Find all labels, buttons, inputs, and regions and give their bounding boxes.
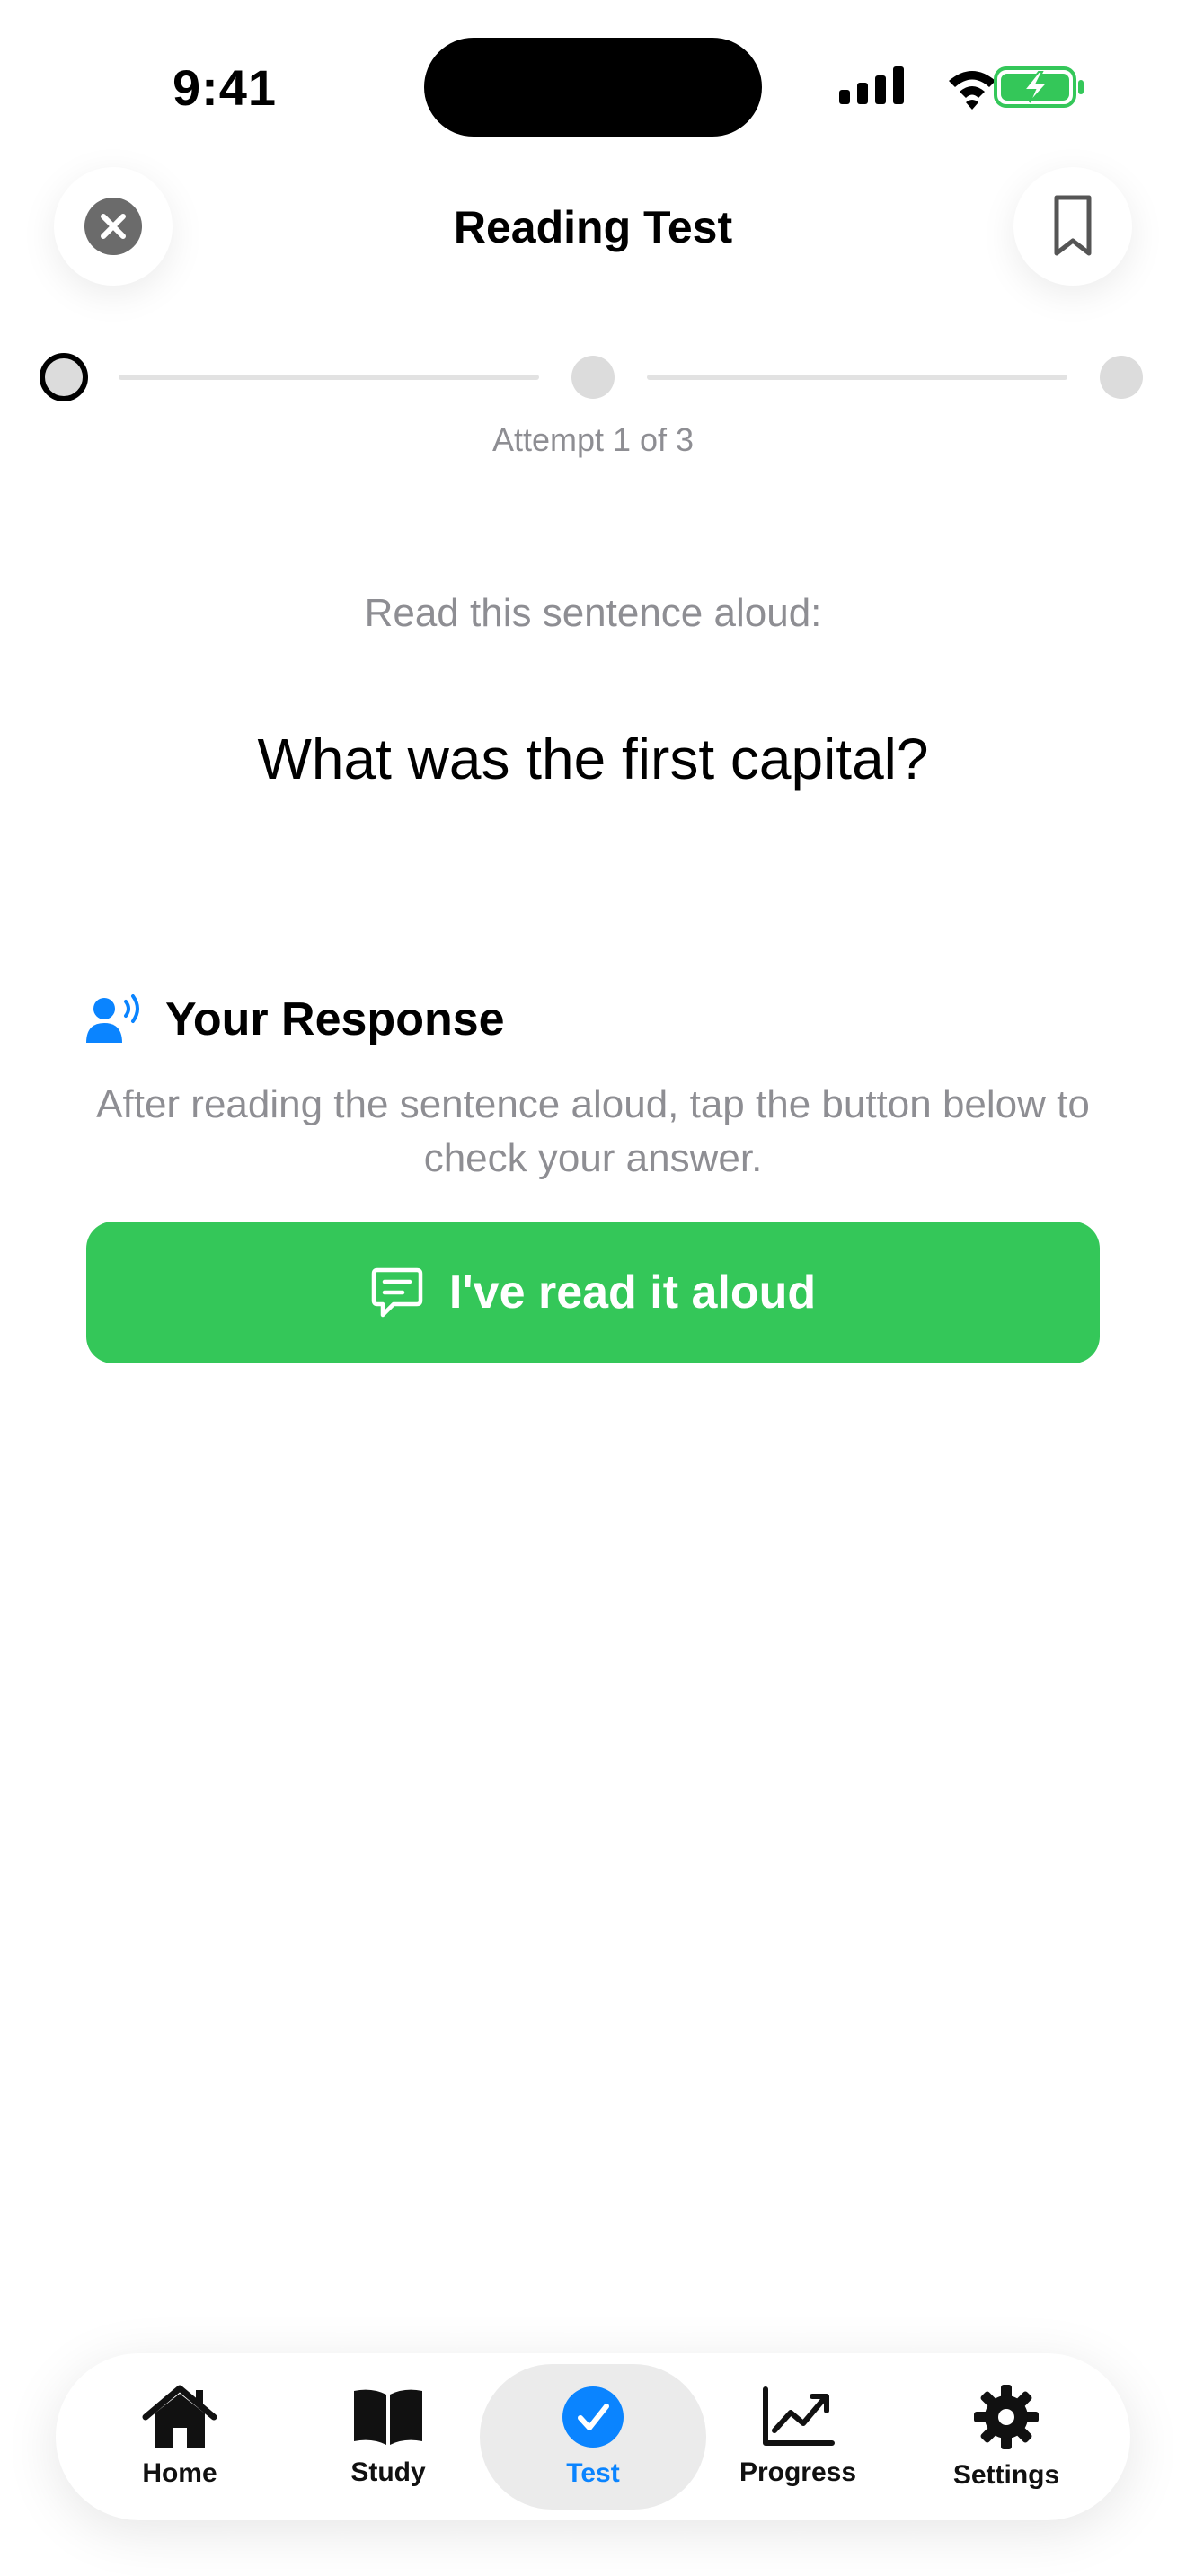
response-instructions: After reading the sentence aloud, tap th… [96,1082,1090,1180]
speech-bubble-icon [371,1267,423,1318]
tab-progress-label: Progress [739,2457,857,2487]
tab-test-label: Test [566,2458,620,2488]
response-heading: Your Response [86,988,895,1051]
wifi-icon [949,71,996,110]
tab-bar: Home Study Test Progress Settings [56,2353,1130,2520]
person-speaking-icon [86,994,139,1043]
tab-progress[interactable]: Progress [685,2364,911,2510]
status-time: 9:41 [172,59,278,116]
battery-charging-icon [994,66,1084,108]
tab-home-label: Home [142,2458,217,2488]
bookmark-icon [1054,195,1092,256]
read-aloud-button-label: I've read it aloud [448,1266,817,1319]
attempt-counter: Attempt 1 of 3 [491,421,695,458]
step-indicator-1 [40,353,88,401]
bookmark-button[interactable] [1013,167,1132,286]
response-title: Your Response [165,993,505,1045]
house-icon [142,2385,217,2448]
step-indicator-3 [1100,356,1143,399]
chart-icon [763,2386,835,2446]
gear-icon [974,2385,1039,2449]
step-connector [119,375,539,380]
cellular-signal-icon [839,66,904,104]
tab-test[interactable]: Test [480,2364,706,2510]
step-connector [647,375,1067,380]
step-indicator-2 [571,356,615,399]
checkmark-circle-icon [562,2386,624,2448]
tab-study[interactable]: Study [275,2364,501,2510]
read-aloud-button[interactable]: I've read it aloud [86,1222,1100,1363]
tab-settings[interactable]: Settings [893,2364,1120,2510]
close-icon [84,198,142,255]
tab-settings-label: Settings [952,2460,1060,2490]
test-sentence: What was the first capital? [257,727,929,791]
tab-study-label: Study [350,2457,426,2487]
tab-home[interactable]: Home [66,2364,293,2510]
status-icons [836,59,1087,113]
dynamic-island [424,38,762,137]
reading-prompt: Read this sentence aloud: [364,591,822,635]
book-icon [354,2389,422,2445]
close-button[interactable] [54,167,173,286]
page-title: Reading Test [453,202,733,252]
